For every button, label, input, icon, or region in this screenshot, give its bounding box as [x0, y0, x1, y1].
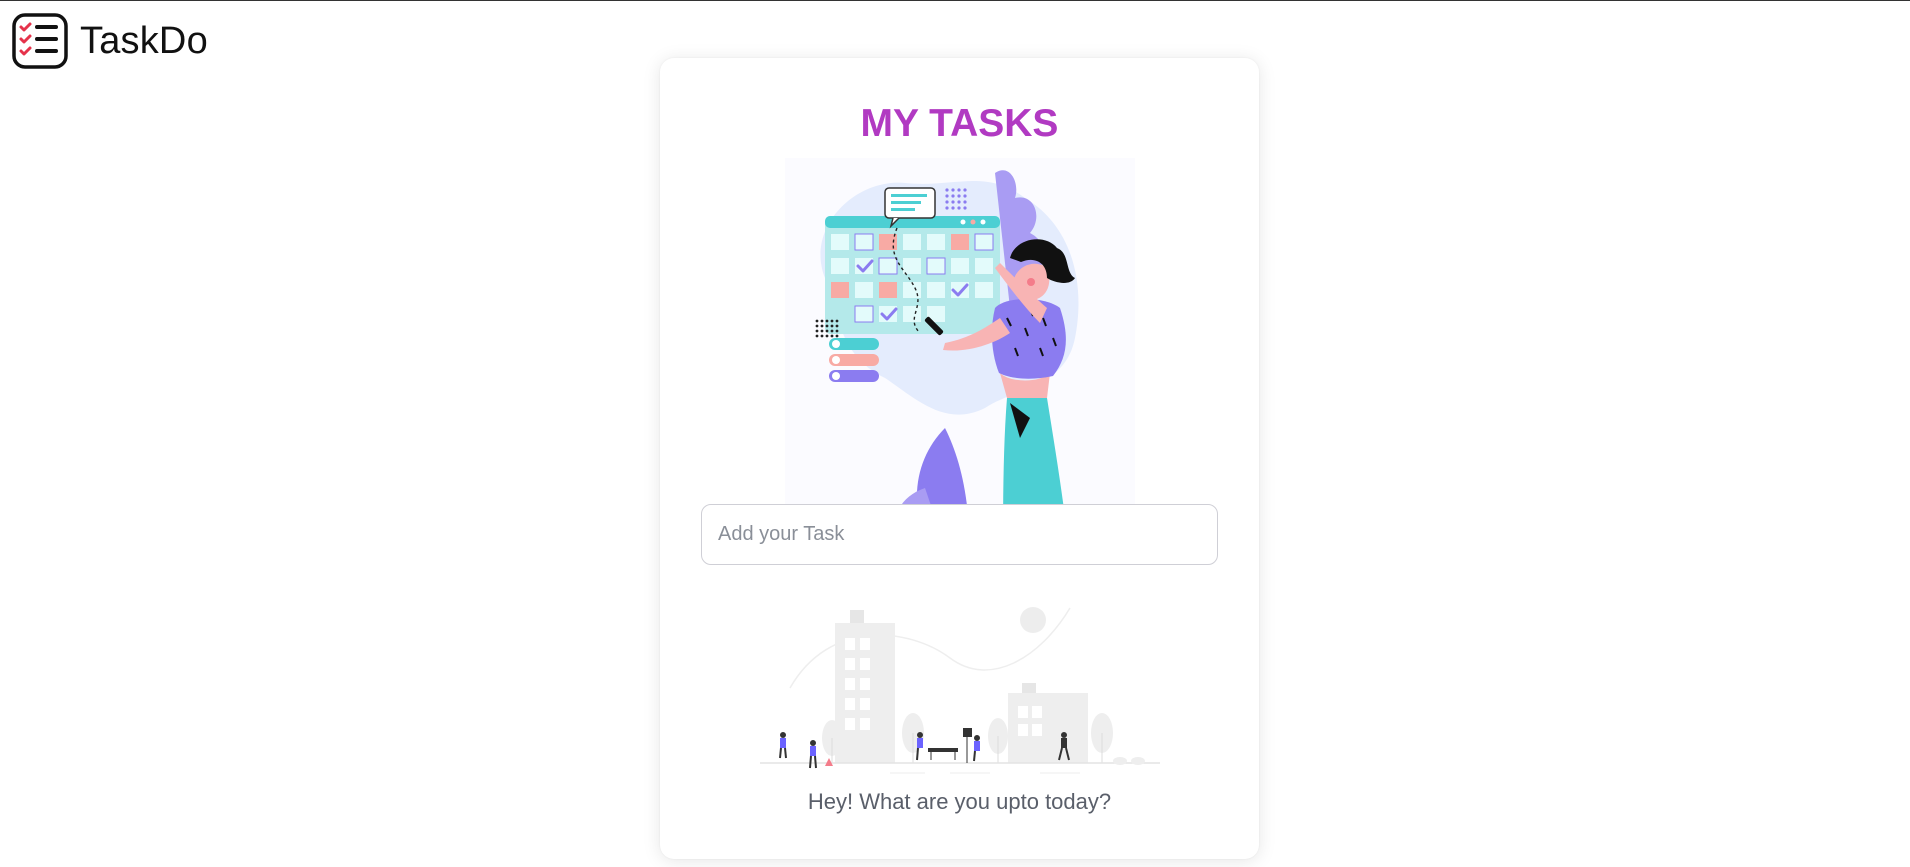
page-title: MY TASKS: [860, 102, 1059, 145]
brand[interactable]: TaskDo: [12, 13, 208, 69]
add-task-input[interactable]: [701, 504, 1218, 565]
checklist-icon: [12, 13, 68, 69]
tasks-card: MY TASKS Add your Task Hey! What are you…: [660, 58, 1259, 859]
hero-illustration: [785, 158, 1135, 561]
empty-state-message: Hey! What are you upto today?: [807, 789, 1112, 814]
app-name: TaskDo: [80, 19, 208, 62]
empty-state-illustration: [760, 607, 1160, 774]
